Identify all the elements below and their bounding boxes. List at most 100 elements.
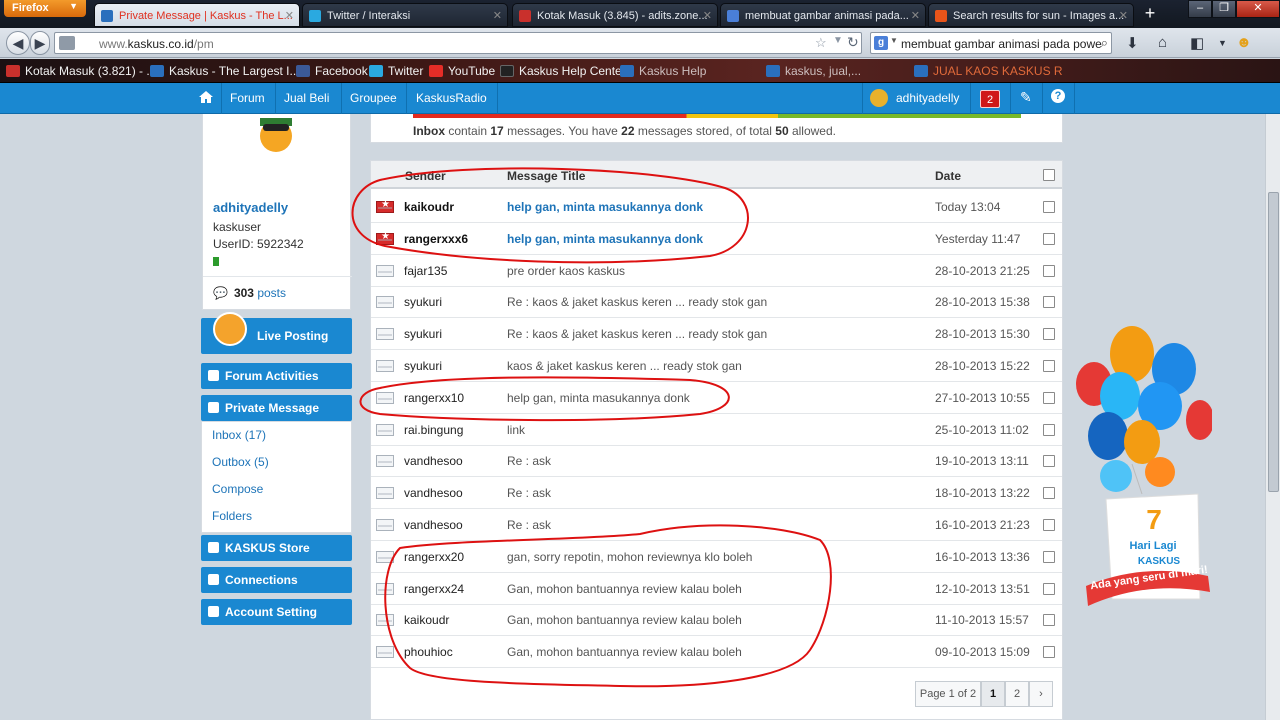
message-select-checkbox[interactable]: [1043, 232, 1055, 245]
tab-gmail[interactable]: Kotak Masuk (3.845) - adits.zone... ✕: [512, 3, 718, 27]
search-bar[interactable]: g ▼ membuat gambar animasi pada powe ⌕: [870, 32, 1112, 54]
column-header-title[interactable]: Message Title: [507, 169, 585, 183]
message-sender[interactable]: fajar135: [404, 264, 447, 278]
table-row[interactable]: syukuri kaos & jaket kaskus keren ... rea…: [371, 350, 1062, 382]
scrollbar-thumb[interactable]: [1268, 192, 1279, 492]
close-tab-icon[interactable]: ✕: [493, 9, 502, 22]
message-select-checkbox[interactable]: [1043, 582, 1055, 595]
reload-icon[interactable]: ↻: [847, 34, 859, 51]
page-button-2[interactable]: 2: [1005, 681, 1029, 707]
message-select-checkbox[interactable]: [1043, 646, 1055, 659]
message-title[interactable]: gan, sorry repotin, mohon reviewnya klo …: [507, 550, 752, 564]
help-icon[interactable]: ?: [1051, 89, 1065, 103]
message-sender[interactable]: vandhesoo: [404, 454, 463, 468]
kaskus-anniversary-promo[interactable]: 7 Hari Lagi KASKUS Ada yang seru di mari…: [1072, 324, 1214, 609]
smiley-addon-icon[interactable]: ☻: [1236, 34, 1252, 51]
table-row[interactable]: phouhioc Gan, mohon bantuannya review kal…: [371, 636, 1062, 669]
bookmark-star-icon[interactable]: ☆: [815, 35, 827, 51]
column-header-date[interactable]: Date: [935, 169, 961, 183]
message-sender[interactable]: rangerxxx6: [404, 232, 468, 246]
message-select-checkbox[interactable]: [1043, 296, 1055, 309]
nav-forum[interactable]: Forum: [230, 91, 265, 105]
close-tab-icon[interactable]: ✕: [285, 9, 294, 22]
search-icon[interactable]: ⌕: [1101, 35, 1108, 51]
site-identity-icon[interactable]: [59, 36, 75, 50]
table-row[interactable]: kaikoudr help gan, minta masukannya donk T…: [371, 191, 1062, 223]
tab-private-message[interactable]: Private Message | Kaskus - The L... ✕: [94, 3, 300, 27]
live-posting-button[interactable]: Live Posting: [201, 312, 352, 354]
message-title[interactable]: help gan, minta masukannya donk: [507, 200, 703, 214]
message-title[interactable]: link: [507, 423, 525, 437]
table-row[interactable]: rangerxx20 gan, sorry repotin, mohon revi…: [371, 541, 1062, 573]
bookmark-facebook[interactable]: Facebook: [296, 64, 368, 78]
message-title[interactable]: pre order kaos kaskus: [507, 264, 625, 278]
pm-link-compose[interactable]: Compose: [212, 482, 263, 496]
table-row[interactable]: syukuri Re : kaos & jaket kaskus keren ..…: [371, 318, 1062, 351]
bookmark-jual-kaos[interactable]: JUAL KAOS KASKUS R: [914, 64, 1063, 78]
table-row[interactable]: vandhesoo Re : ask 18-10-2013 13:22: [371, 477, 1062, 510]
posts-label[interactable]: posts: [257, 286, 286, 300]
message-select-checkbox[interactable]: [1043, 550, 1055, 563]
table-row[interactable]: rangerxxx6 help gan, minta masukannya don…: [371, 223, 1062, 255]
nav-username[interactable]: adhityadelly: [896, 91, 959, 105]
bookmark-twitter[interactable]: Twitter: [369, 64, 423, 78]
account-setting-button[interactable]: Account Setting: [201, 599, 352, 625]
minimize-button[interactable]: –: [1188, 0, 1212, 18]
nav-groupee[interactable]: Groupee: [350, 91, 397, 105]
new-tab-button[interactable]: +: [1140, 3, 1160, 25]
bookmark-youtube[interactable]: YouTube: [429, 64, 495, 78]
message-sender[interactable]: rangerxx10: [404, 391, 464, 405]
addon-toolbar-icon[interactable]: ◧: [1190, 34, 1204, 52]
table-row[interactable]: vandhesoo Re : ask 16-10-2013 21:23: [371, 509, 1062, 541]
pm-link-outbox[interactable]: Outbox (5): [212, 455, 269, 469]
user-avatar[interactable]: [870, 89, 888, 107]
message-title[interactable]: help gan, minta masukannya donk: [507, 232, 703, 246]
table-row[interactable]: rangerxx24 Gan, mohon bantuannya review k…: [371, 573, 1062, 605]
chevron-down-icon[interactable]: ▼: [1218, 38, 1227, 48]
nav-jual-beli[interactable]: Jual Beli: [284, 91, 329, 105]
table-row[interactable]: rangerxx10 help gan, minta masukannya don…: [371, 382, 1062, 414]
message-select-checkbox[interactable]: [1043, 391, 1055, 404]
close-tab-icon[interactable]: ✕: [1119, 9, 1128, 22]
downloads-icon[interactable]: ⬇: [1126, 34, 1139, 52]
close-tab-icon[interactable]: ✕: [703, 9, 712, 22]
message-title[interactable]: Gan, mohon bantuannya review kalau boleh: [507, 582, 742, 596]
connections-button[interactable]: Connections: [201, 567, 352, 593]
bookmark-gmail[interactable]: Kotak Masuk (3.821) - ...: [6, 64, 156, 78]
notification-badge[interactable]: 2: [980, 90, 1000, 108]
message-sender[interactable]: syukuri: [404, 359, 442, 373]
table-row[interactable]: kaikoudr Gan, mohon bantuannya review kal…: [371, 604, 1062, 637]
private-message-button[interactable]: Private Message: [201, 395, 352, 421]
select-all-checkbox[interactable]: [1043, 169, 1055, 181]
message-sender[interactable]: phouhioc: [404, 645, 453, 659]
message-select-checkbox[interactable]: [1043, 614, 1055, 627]
tab-twitter[interactable]: Twitter / Interaksi ✕: [302, 3, 508, 27]
page-button-1[interactable]: 1: [981, 681, 1005, 707]
message-sender[interactable]: syukuri: [404, 327, 442, 341]
bookmark-kaskus-help-2[interactable]: Kaskus Help: [620, 64, 706, 78]
message-select-checkbox[interactable]: [1043, 264, 1055, 277]
close-window-button[interactable]: ✕: [1236, 0, 1280, 18]
message-sender[interactable]: kaikoudr: [404, 613, 449, 627]
message-select-checkbox[interactable]: [1043, 455, 1055, 468]
posts-count-row[interactable]: 💬 303 posts: [213, 286, 286, 300]
message-select-checkbox[interactable]: [1043, 328, 1055, 341]
profile-username[interactable]: adhityadelly: [213, 200, 288, 215]
tab-image-search[interactable]: Search results for sun - Images a... ✕: [928, 3, 1134, 27]
table-row[interactable]: rai.bingung link 25-10-2013 11:02: [371, 414, 1062, 446]
message-sender[interactable]: kaikoudr: [404, 200, 454, 214]
nav-kaskusradio[interactable]: KaskusRadio: [416, 91, 487, 105]
bookmark-kaskus-help[interactable]: Kaskus Help Center: [500, 64, 626, 78]
maximize-button[interactable]: ❐: [1212, 0, 1236, 18]
message-sender[interactable]: vandhesoo: [404, 486, 463, 500]
google-search-engine-icon[interactable]: g: [874, 36, 888, 50]
firefox-menu-button[interactable]: Firefox ▼: [4, 0, 86, 17]
close-tab-icon[interactable]: ✕: [911, 9, 920, 22]
message-sender[interactable]: rangerxx24: [404, 582, 464, 596]
pencil-icon[interactable]: ✎: [1020, 89, 1032, 106]
profile-avatar[interactable]: [249, 114, 303, 154]
message-title[interactable]: Re : ask: [507, 454, 551, 468]
home-icon[interactable]: ⌂: [1158, 34, 1167, 51]
message-title[interactable]: Re : kaos & jaket kaskus keren ... ready…: [507, 295, 767, 309]
kaskus-store-button[interactable]: KASKUS Store: [201, 535, 352, 561]
